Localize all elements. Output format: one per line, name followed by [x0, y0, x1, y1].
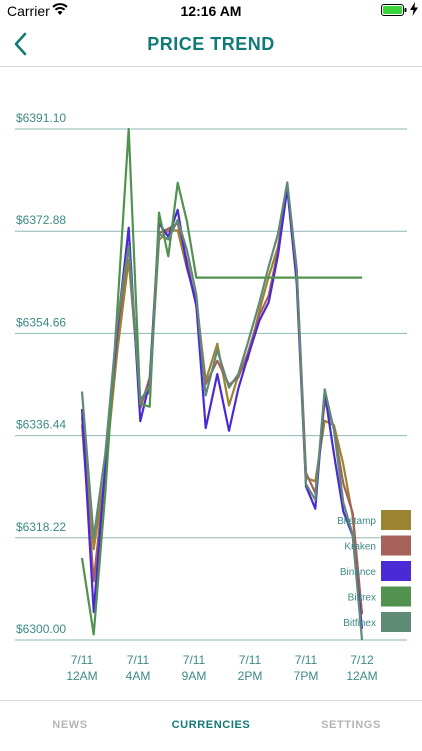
y-tick-label: $6318.22 [16, 520, 66, 534]
y-tick-label: $6300.00 [16, 622, 66, 636]
tab-bar: NEWS CURRENCIES SETTINGS [0, 700, 422, 751]
clock-time: 12:16 AM [180, 3, 242, 19]
x-tick-label: 7/11 [295, 653, 318, 667]
x-tick-label: 7/11 [239, 653, 262, 667]
price-trend-chart-svg: $6300.00 $6318.22 $6336.44 $6354.66 $6372.88… [15, 111, 411, 683]
tab-currencies[interactable]: CURRENCIES [141, 719, 281, 731]
y-tick-label: $6336.44 [16, 418, 66, 432]
legend-swatch-bitfinex [381, 612, 411, 632]
legend-label: Bitstamp [337, 516, 376, 527]
navigation-bar: PRICE TREND [0, 22, 422, 67]
legend-swatch-kraken [381, 535, 411, 556]
page-title: PRICE TREND [147, 34, 275, 54]
tab-settings[interactable]: SETTINGS [281, 719, 421, 731]
x-tick-label: 4AM [126, 669, 151, 683]
legend-swatch-bitstamp [381, 510, 411, 530]
legend-label: Bitfinex [343, 618, 376, 629]
y-tick-label: $6391.10 [16, 111, 66, 125]
charging-bolt-icon [410, 2, 418, 16]
x-tick-label: 12AM [346, 669, 377, 683]
legend-label: Bittrex [348, 593, 376, 604]
status-bar: Carrier 12:16 AM [0, 0, 422, 22]
x-tick-label: 7/12 [350, 653, 374, 667]
legend-swatch-bittrex [381, 586, 411, 607]
y-tick-label: $6372.88 [16, 213, 66, 227]
series-line-binance [80, 187, 364, 629]
price-trend-chart: $6300.00 $6318.22 $6336.44 $6354.66 $6372.88… [0, 67, 422, 700]
x-tick-label: 2PM [238, 669, 263, 683]
series-line-bittrex [80, 127, 362, 636]
x-tick-label: 7/11 [127, 653, 150, 667]
x-tick-label: 12AM [66, 669, 97, 683]
x-tick-label: 9AM [182, 669, 207, 683]
y-tick-label: $6354.66 [16, 315, 66, 329]
legend-label: Binance [340, 567, 377, 578]
legend-label: Kraken [344, 542, 376, 553]
legend-swatch-binance [381, 561, 411, 581]
x-tick-label: 7/11 [183, 653, 206, 667]
tab-news[interactable]: NEWS [0, 719, 140, 731]
battery-icon [381, 4, 407, 16]
x-tick-label: 7/11 [71, 653, 94, 667]
series-line-bitfinex [80, 181, 364, 641]
x-tick-label: 7PM [294, 669, 319, 683]
